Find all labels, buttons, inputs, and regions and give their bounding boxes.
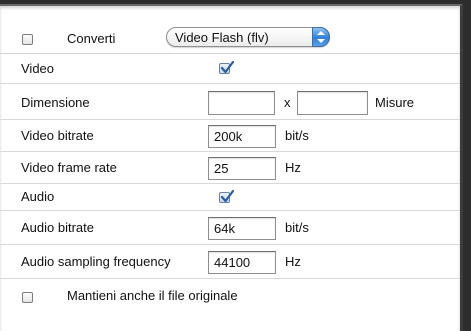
audio-checkbox[interactable] <box>219 189 235 203</box>
video-frame-rate-unit: Hz <box>285 160 301 175</box>
dimension-width-input[interactable] <box>208 91 275 115</box>
audio-sampling-label: Audio sampling frequency <box>21 254 171 269</box>
audio-bitrate-label: Audio bitrate <box>21 220 94 235</box>
video-bitrate-label: Video bitrate <box>21 128 94 143</box>
dimension-separator: x <box>284 95 291 110</box>
keep-original-label: Mantieni anche il file originale <box>67 288 238 303</box>
format-select-value: Video Flash (flv) <box>175 30 269 45</box>
convert-row: Converti Video Flash (flv) <box>0 22 460 54</box>
keep-original-row: Mantieni anche il file originale <box>0 279 460 313</box>
video-frame-rate-input[interactable]: 25 <box>208 157 276 180</box>
video-row: Video <box>0 54 460 84</box>
format-select[interactable]: Video Flash (flv) <box>166 27 330 47</box>
up-down-arrows-icon[interactable] <box>312 27 330 47</box>
video-frame-rate-row: Video frame rate 25 Hz <box>0 152 460 184</box>
video-bitrate-input[interactable]: 200k <box>208 125 276 148</box>
audio-bitrate-unit: bit/s <box>285 220 309 235</box>
video-label: Video <box>21 61 55 76</box>
convert-label: Converti <box>67 31 116 46</box>
conversion-settings-panel: Converti Video Flash (flv) Video Dimensi… <box>0 4 463 331</box>
video-checkbox[interactable] <box>219 60 235 74</box>
keep-original-checkbox[interactable] <box>22 292 33 303</box>
checkmark-icon <box>220 60 235 74</box>
checkmark-icon <box>220 189 235 203</box>
audio-bitrate-row: Audio bitrate 64k bit/s <box>0 211 460 245</box>
dimension-unit: Misure <box>375 95 415 110</box>
audio-row: Audio <box>0 184 460 211</box>
audio-sampling-unit: Hz <box>285 254 301 269</box>
video-bitrate-unit: bit/s <box>285 128 309 143</box>
video-bitrate-row: Video bitrate 200k bit/s <box>0 120 460 152</box>
audio-sampling-input[interactable]: 44100 <box>208 251 276 274</box>
convert-checkbox[interactable] <box>22 34 33 45</box>
audio-bitrate-input[interactable]: 64k <box>208 217 276 240</box>
audio-label: Audio <box>21 189 55 204</box>
dimension-label: Dimensione <box>21 95 90 110</box>
video-frame-rate-label: Video frame rate <box>21 160 117 175</box>
dimension-row: Dimensione x Misure <box>0 84 460 120</box>
dimension-height-input[interactable] <box>297 91 368 115</box>
audio-sampling-row: Audio sampling frequency 44100 Hz <box>0 245 460 279</box>
